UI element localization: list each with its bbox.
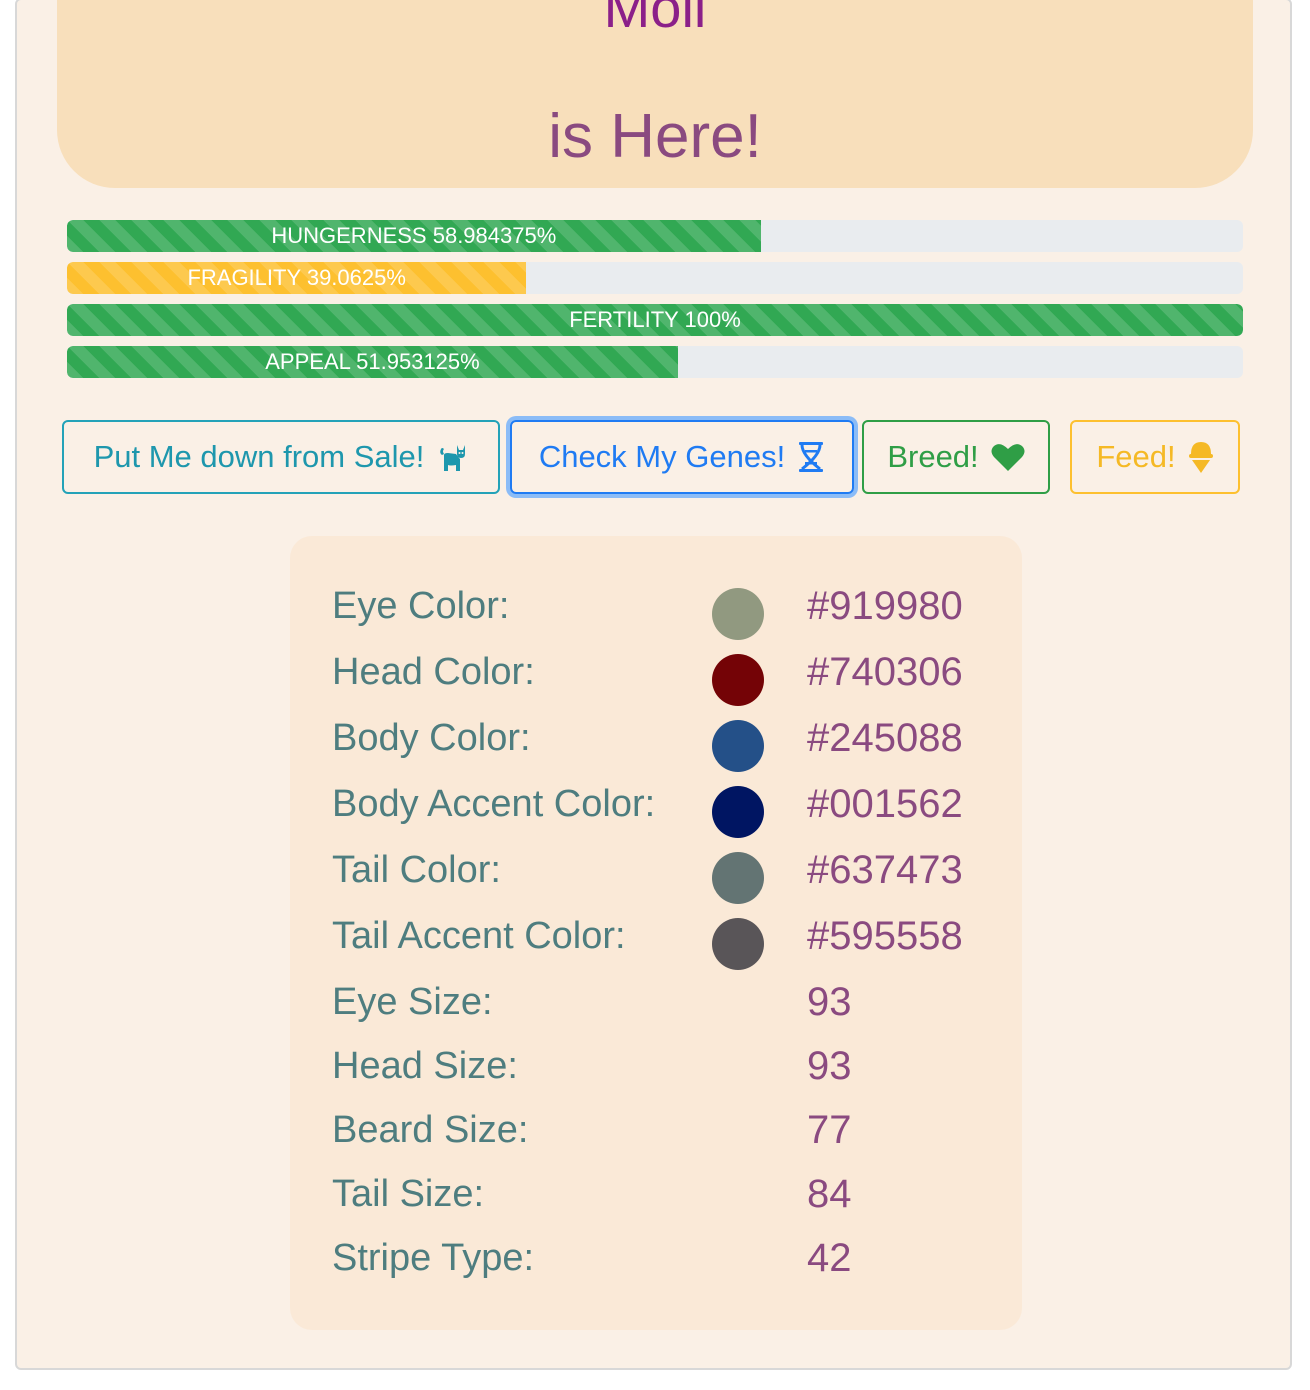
gene-row: Eye Size: 93 [332, 974, 992, 1030]
gene-row: Beard Size: 77 [332, 1102, 992, 1158]
gene-row: Head Color: #740306 [332, 644, 992, 706]
appeal-bar: APPEAL 51.953125% [67, 346, 1243, 378]
gene-row: Tail Color: #637473 [332, 842, 992, 904]
ice-cream-icon [1188, 440, 1214, 474]
gene-value: #740306 [807, 650, 963, 694]
gene-row: Body Accent Color: #001562 [332, 776, 992, 838]
gene-value: #001562 [807, 782, 963, 826]
hero-subtitle: is Here! [548, 102, 762, 171]
fertility-fill: FERTILITY 100% [67, 304, 1243, 336]
check-genes-button[interactable]: Check My Genes! [510, 420, 854, 494]
gene-row: Eye Color: #919980 [332, 578, 992, 640]
cat-icon [436, 441, 468, 473]
color-swatch [712, 852, 764, 904]
remove-from-sale-button[interactable]: Put Me down from Sale! [62, 420, 500, 494]
gene-value: #637473 [807, 848, 963, 892]
gene-row: Head Size: 93 [332, 1038, 992, 1094]
gene-row: Tail Size: 84 [332, 1166, 992, 1222]
color-swatch [712, 720, 764, 772]
color-swatch [712, 786, 764, 838]
gene-label: Tail Size: [332, 1173, 485, 1215]
genes-panel: Eye Color: #919980 Head Color: #740306 Body … [290, 536, 1022, 1330]
fragility-fill: FRAGILITY 39.0625% [67, 262, 527, 294]
kitty-name: Moli [603, 0, 707, 39]
gene-label: Body Color: [332, 717, 531, 759]
gene-label: Head Color: [332, 651, 535, 693]
hero-banner: Moli is Here! [57, 0, 1253, 188]
gene-value: 93 [807, 1044, 852, 1088]
gene-row: Body Color: #245088 [332, 710, 992, 772]
gene-label: Tail Accent Color: [332, 915, 626, 957]
remove-from-sale-label: Put Me down from Sale! [93, 439, 425, 474]
feed-button[interactable]: Feed! [1070, 420, 1240, 494]
gene-value: #919980 [807, 584, 963, 628]
gene-label: Eye Size: [332, 981, 493, 1023]
stats-bars: HUNGERNESS 58.984375% FRAGILITY 39.0625%… [67, 220, 1243, 388]
gene-label: Beard Size: [332, 1109, 529, 1151]
fragility-bar: FRAGILITY 39.0625% [67, 262, 1243, 294]
fertility-bar: FERTILITY 100% [67, 304, 1243, 336]
feed-label: Feed! [1096, 439, 1176, 474]
check-genes-label: Check My Genes! [538, 439, 786, 474]
gene-label: Tail Color: [332, 849, 501, 891]
gene-value: #245088 [807, 716, 963, 760]
gene-label: Stripe Type: [332, 1237, 535, 1279]
color-swatch [712, 654, 764, 706]
color-swatch [712, 918, 764, 970]
appeal-fill: APPEAL 51.953125% [67, 346, 678, 378]
breed-label: Breed! [887, 439, 979, 474]
gene-value: 42 [807, 1236, 852, 1280]
gene-row: Tail Accent Color: #595558 [332, 908, 992, 970]
gene-value: 77 [807, 1108, 852, 1152]
hungerness-bar: HUNGERNESS 58.984375% [67, 220, 1243, 252]
hungerness-fill: HUNGERNESS 58.984375% [67, 220, 761, 252]
gene-row: Stripe Type: 42 [332, 1230, 992, 1286]
gene-value: 84 [807, 1172, 852, 1216]
gene-value: 93 [807, 980, 852, 1024]
heart-icon [991, 442, 1025, 472]
gene-value: #595558 [807, 914, 963, 958]
dna-icon [797, 441, 825, 473]
color-swatch [712, 588, 764, 640]
kitty-card: Moli is Here! HUNGERNESS 58.984375% FRAG… [15, 0, 1292, 1370]
gene-label: Eye Color: [332, 585, 510, 627]
gene-label: Head Size: [332, 1045, 518, 1087]
breed-button[interactable]: Breed! [862, 420, 1050, 494]
gene-label: Body Accent Color: [332, 783, 656, 825]
